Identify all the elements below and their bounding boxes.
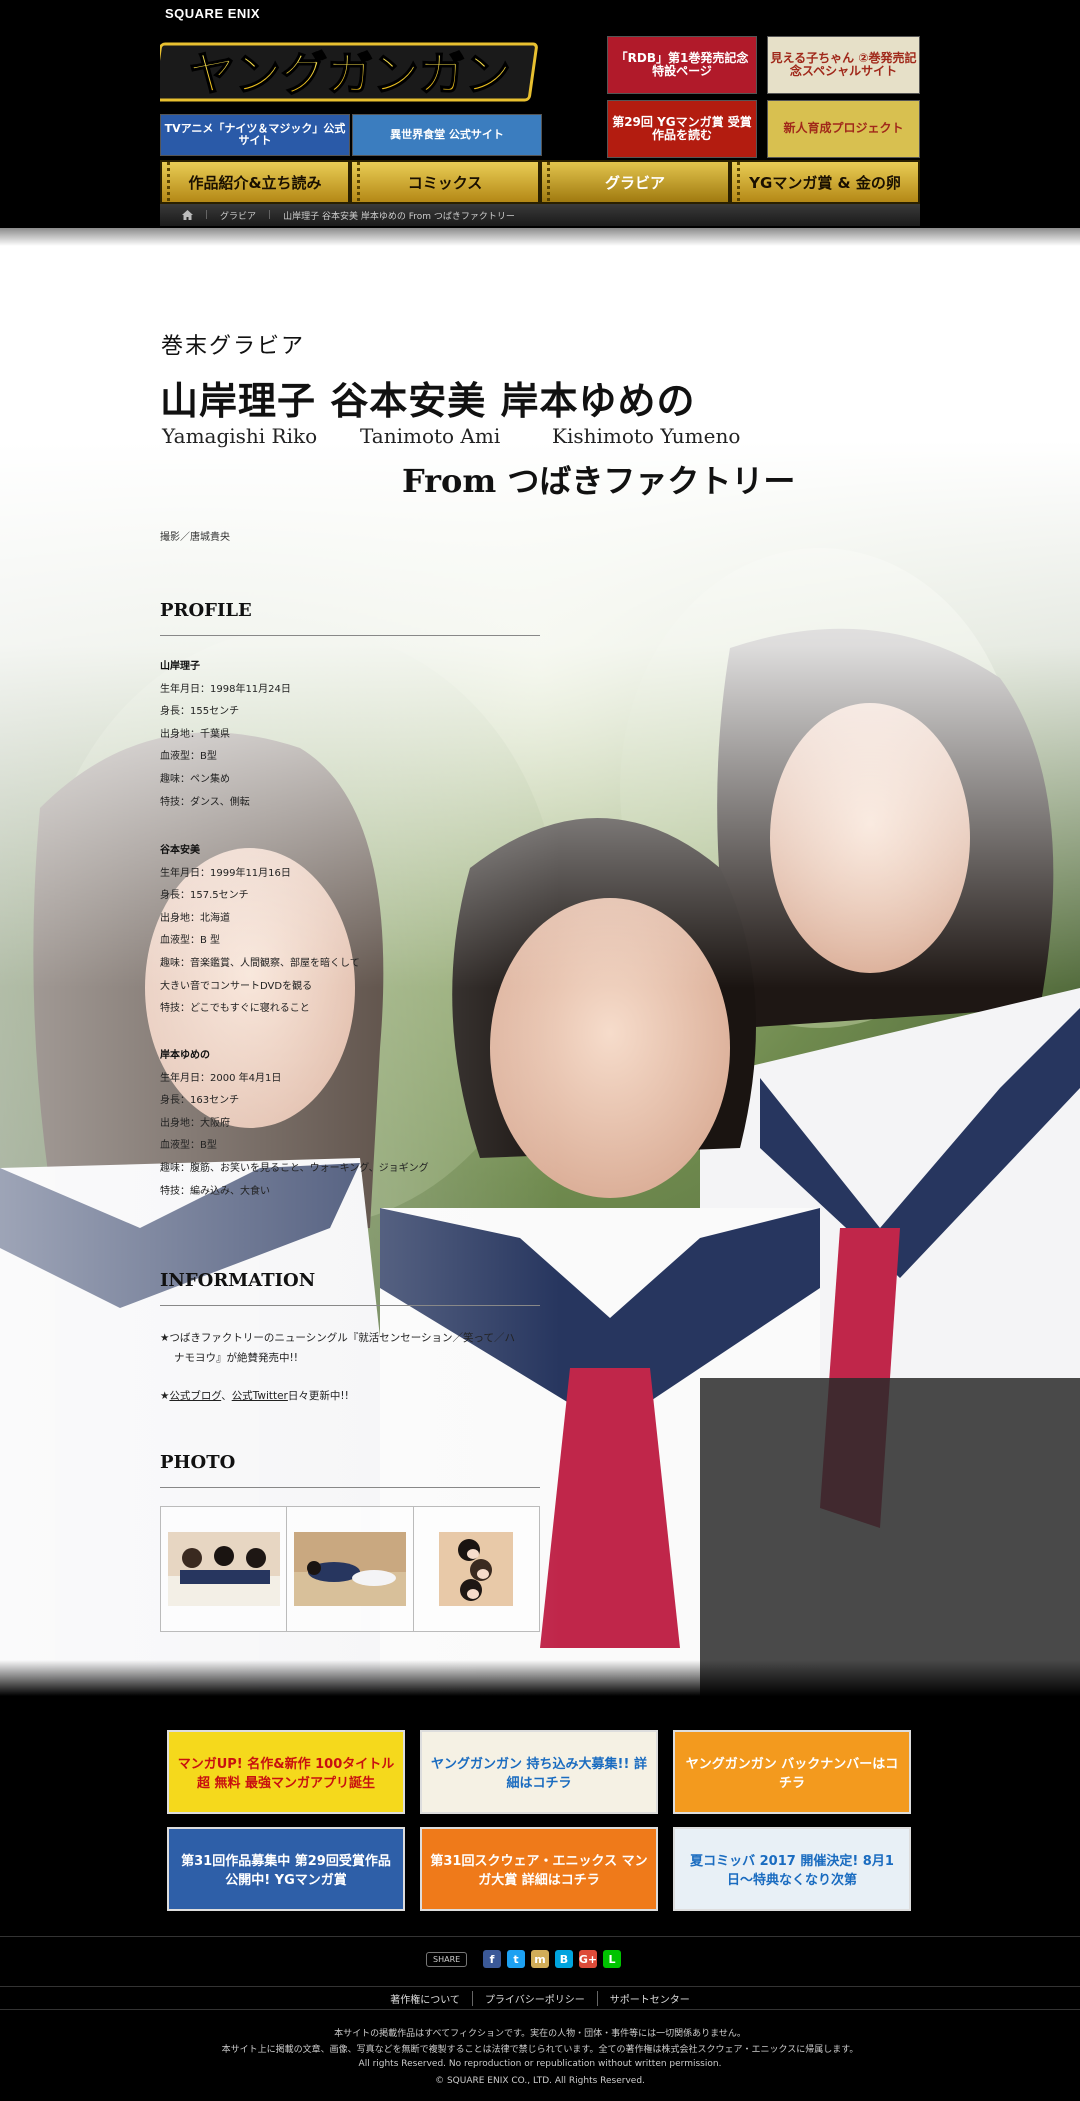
photo-thumbnail[interactable] <box>414 1507 539 1631</box>
profile-line: 特技：編み込み、大食い <box>160 1185 270 1197</box>
promo-banner[interactable]: マンガUP! 名作&新作 100タイトル超 無料 最強マンガアプリ誕生 <box>167 1730 405 1814</box>
article-title: 山岸理子 谷本安美 岸本ゆめの <box>160 378 696 423</box>
profile-line: 身長：155センチ <box>160 706 240 718</box>
profile-line: 身長：163センチ <box>160 1095 240 1107</box>
photo-thumbnails <box>160 1506 540 1632</box>
profile-3: 岸本ゆめの生年月日：2000 年4月1日 身長：163センチ 出身地：大阪府 血液型：… <box>160 1045 429 1203</box>
header-banner[interactable]: 見える子ちゃん ②巻発売記念スペシャルサイト <box>767 36 920 94</box>
official-blog-link[interactable]: 公式ブログ <box>169 1390 221 1402</box>
twitter-icon[interactable]: t <box>507 1950 525 1968</box>
profile-line: 特技：ダンス、側転 <box>160 796 250 808</box>
profile-1: 山岸理子生年月日：1998年11月24日 身長：155センチ 出身地：千葉県 血液型：… <box>160 656 291 814</box>
profile-line: 血液型：B型 <box>160 751 217 763</box>
romaji-kishimoto: Kishimoto Yumeno <box>552 424 741 448</box>
profile-2: 谷本安美生年月日：1999年11月16日 身長：157.5センチ 出身地：北海道 血液… <box>160 840 360 1021</box>
footer-notice-rights: All rights Reserved. No reproduction or … <box>358 2059 722 2069</box>
photo-credit: 撮影／唐城貴央 <box>160 532 230 543</box>
profile-line: 血液型：B型 <box>160 1140 217 1152</box>
promo-banner[interactable]: 夏コミッバ 2017 開催決定! 8月1日〜特典なくなり次第 <box>673 1827 911 1911</box>
profile-name: 山岸理子 <box>160 661 200 672</box>
promo-banner[interactable]: 第31回スクウェア・エニックス マンガ大賞 詳細はコチラ <box>420 1827 658 1911</box>
facebook-icon[interactable]: f <box>483 1950 501 1968</box>
profile-line: 生年月日：2000 年4月1日 <box>160 1072 282 1084</box>
breadcrumb-gravure[interactable]: グラビア <box>220 209 256 222</box>
romaji-yamagishi: Yamagishi Riko <box>162 424 318 448</box>
header-banner[interactable]: 新人育成プロジェクト <box>767 100 920 158</box>
logo-text: ヤングガンガン <box>189 47 511 101</box>
thumbnail-image-2 <box>293 1532 406 1606</box>
profile-line: 身長：157.5センチ <box>160 890 249 902</box>
line-icon[interactable]: L <box>603 1950 621 1968</box>
profile-line: 趣味：音楽鑑賞、人間観察、部屋を暗くして <box>160 957 360 969</box>
copyright-link[interactable]: 著作権について <box>378 1990 473 2006</box>
promo-banner[interactable]: 第31回作品募集中 第29回受賞作品公開中! YGマンガ賞 <box>167 1827 405 1911</box>
mixi-icon[interactable]: m <box>531 1950 549 1968</box>
footer-links: 著作権について プライバシーポリシー サポートセンター <box>0 1986 1080 2010</box>
support-center-link[interactable]: サポートセンター <box>598 1991 702 2006</box>
nav-gravure[interactable]: グラビア <box>540 160 730 204</box>
photo-thumbnail[interactable] <box>287 1507 414 1631</box>
main-nav: 作品紹介&立ち読み コミックス グラビア YGマンガ賞 & 金の卵 <box>160 160 920 204</box>
info-links: ★公式ブログ、公式Twitter日々更新中!! <box>160 1390 349 1402</box>
promo-banner[interactable]: ヤングガンガン 持ち込み大募集!! 詳細はコチラ <box>420 1730 658 1814</box>
privacy-policy-link[interactable]: プライバシーポリシー <box>473 1990 598 2006</box>
article-main: 巻末グラビア 山岸理子 谷本安美 岸本ゆめの Yamagishi Riko Ta… <box>0 228 1080 1696</box>
information-heading: INFORMATION <box>160 1270 540 1306</box>
profile-name: 岸本ゆめの <box>160 1050 210 1061</box>
nav-comics[interactable]: コミックス <box>350 160 540 204</box>
footer-notice-copyright: 本サイト上に掲載の文章、画像、写真などを無断で複製することは法律で禁じられていま… <box>221 2045 859 2055</box>
site-header: SQUARE ENIX ヤングガンガン TVアニメ「ナイツ＆マジック」公式サイト… <box>0 0 1080 230</box>
home-icon[interactable] <box>182 210 193 220</box>
nav-works[interactable]: 作品紹介&立ち読み <box>160 160 350 204</box>
article-category: 巻末グラビア <box>161 334 306 359</box>
footer-copyright: © SQUARE ENIX CO., LTD. All Rights Reser… <box>435 2076 645 2086</box>
square-enix-logo[interactable]: SQUARE ENIX <box>165 6 260 21</box>
article-group: From つばきファクトリー <box>402 462 796 500</box>
romaji-tanimoto: Tanimoto Ami <box>360 424 501 448</box>
footer-notice-fiction: 本サイトの掲載作品はすべてフィクションです。実在の人物・団体・事件等には一切関係… <box>334 2029 746 2039</box>
promo-banner[interactable]: ヤングガンガン バックナンバーはコチラ <box>673 1730 911 1814</box>
profile-line: 血液型：B 型 <box>160 935 221 947</box>
photo-thumbnail[interactable] <box>161 1507 288 1631</box>
header-banner[interactable]: TVアニメ「ナイツ＆マジック」公式サイト <box>160 114 350 156</box>
profile-line: 出身地：北海道 <box>160 912 230 924</box>
profile-heading: PROFILE <box>160 600 540 636</box>
header-banner[interactable]: 第29回 YGマンガ賞 受賞作品を読む <box>607 100 757 158</box>
profile-line: 大きい音でコンサートDVDを観る <box>160 980 313 992</box>
profile-name: 谷本安美 <box>160 845 200 856</box>
profile-line: 趣味：ペン集め <box>160 773 230 785</box>
profile-line: 生年月日：1999年11月16日 <box>160 867 291 879</box>
header-banner[interactable]: 「RDB」第1巻発売記念 特設ページ <box>607 36 757 94</box>
profile-line: 生年月日：1998年11月24日 <box>160 683 291 695</box>
info-single-release: ★つばきファクトリーのニューシングル『就活センセーション／笑って／ハ ナモヨウ』… <box>160 1332 515 1364</box>
hatena-icon[interactable]: B <box>555 1950 573 1968</box>
share-label: SHARE <box>426 1952 468 1967</box>
profile-line: 趣味：腹筋、お笑いを見ること、ウォーキング、ジョギング <box>160 1162 429 1174</box>
nav-yg-award[interactable]: YGマンガ賞 & 金の卵 <box>730 160 920 204</box>
profile-line: 出身地：大阪府 <box>160 1117 230 1129</box>
header-banner[interactable]: 異世界食堂 公式サイト <box>352 114 542 156</box>
profile-line: 出身地：千葉県 <box>160 728 230 740</box>
profile-line: 特技：どこでもすぐに寝れること <box>160 1003 310 1015</box>
thumbnail-image-3 <box>439 1532 514 1606</box>
promo-banners: マンガUP! 名作&新作 100タイトル超 無料 最強マンガアプリ誕生 ヤングガン… <box>0 1696 1080 1936</box>
breadcrumb: | グラビア | 山岸理子 谷本安美 岸本ゆめの From つばきファクトリー <box>160 204 920 226</box>
google-plus-icon[interactable]: G+ <box>579 1950 597 1968</box>
thumbnail-image-1 <box>167 1532 280 1606</box>
photo-heading: PHOTO <box>160 1452 540 1488</box>
young-gangan-logo[interactable]: ヤングガンガン <box>160 36 540 106</box>
breadcrumb-current: 山岸理子 谷本安美 岸本ゆめの From つばきファクトリー <box>283 211 515 222</box>
official-twitter-link[interactable]: 公式Twitter <box>232 1390 288 1402</box>
